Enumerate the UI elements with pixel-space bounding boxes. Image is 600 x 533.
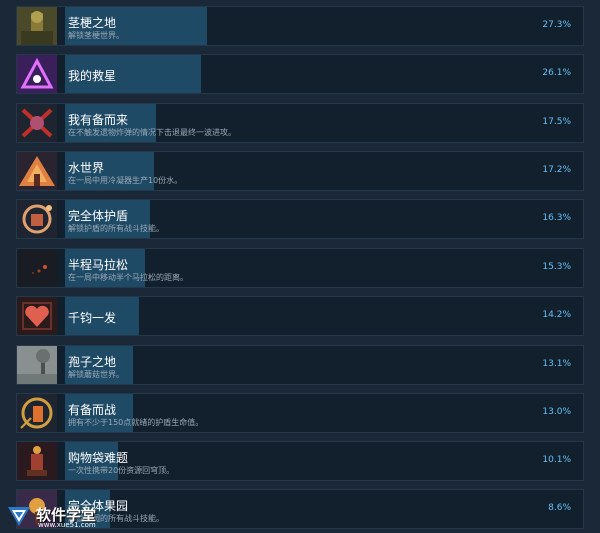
achievement-row[interactable]: 购物袋难题 一次性携带20份资源回穹顶。 10.1%: [16, 441, 584, 481]
unlock-percentage: 17.2%: [542, 165, 571, 175]
achievement-description: 解锁茎梗世界。: [68, 31, 124, 40]
achievement-row[interactable]: 茎梗之地 解锁茎梗世界。 27.3%: [16, 6, 584, 46]
achievement-title: 半程马拉松: [68, 258, 129, 272]
robot-bag-icon: [17, 442, 57, 480]
unlock-percentage: 17.5%: [542, 117, 571, 127]
fog-tree-icon: [17, 346, 57, 384]
purple-triangle-icon: [17, 55, 57, 93]
achievement-row[interactable]: 我有备而来 在不触发遗物炸弹的情况下击退最终一波进攻。 17.5%: [16, 103, 584, 143]
achievement-description: 解锁蘑菇世界。: [68, 370, 124, 379]
achievement-title: 千钧一发: [68, 311, 117, 325]
achievement-title: 购物袋难题: [68, 451, 129, 465]
watermark-url: www.xue51.com: [38, 521, 96, 529]
unlock-percentage: 26.1%: [542, 68, 571, 78]
achievement-row[interactable]: 孢子之地 解锁蘑菇世界。 13.1%: [16, 345, 584, 385]
achievement-description: 在一局中用冷凝器生产10份水。: [68, 176, 183, 185]
dark-trail-icon: [17, 249, 57, 287]
crossed-bomb-icon: [17, 104, 57, 142]
achievement-description: 解锁护盾的所有战斗技能。: [68, 224, 164, 233]
achievement-description: 一次性携带20份资源回穹顶。: [68, 466, 175, 475]
achievement-row[interactable]: 半程马拉松 在一局中移动半个马拉松的距离。 15.3%: [16, 248, 584, 288]
achievement-title: 有备而战: [68, 403, 117, 417]
unlock-percentage: 15.3%: [542, 262, 571, 272]
unlock-percentage: 27.3%: [542, 20, 571, 30]
watermark-logo-icon: [8, 507, 30, 526]
achievement-title: 茎梗之地: [68, 16, 117, 30]
unlock-percentage: 8.6%: [548, 503, 571, 513]
achievement-row[interactable]: 完全体护盾 解锁护盾的所有战斗技能。 16.3%: [16, 199, 584, 239]
achievement-description: 在一局中移动半个马拉松的距离。: [68, 273, 188, 282]
achievement-title: 完全体护盾: [68, 209, 129, 223]
achievement-row[interactable]: 水世界 在一局中用冷凝器生产10份水。 17.2%: [16, 151, 584, 191]
pyramid-icon: [17, 152, 57, 190]
unlock-percentage: 13.1%: [542, 359, 571, 369]
unlock-percentage: 10.1%: [542, 455, 571, 465]
achievement-title: 我有备而来: [68, 113, 129, 127]
unlock-percentage: 16.3%: [542, 213, 571, 223]
heart-icon: [17, 297, 57, 335]
achievement-title: 水世界: [68, 161, 105, 175]
shield-icon: [17, 200, 57, 238]
achievement-row[interactable]: 有备而战 拥有不少于150点就绪的护盾生命值。 13.0%: [16, 393, 584, 433]
achievement-title: 我的救星: [68, 69, 117, 83]
achievement-title: 孢子之地: [68, 355, 117, 369]
achievement-description: 在不触发遗物炸弹的情况下击退最终一波进攻。: [68, 128, 236, 137]
watermark: 软件学堂 www.xue51.com: [6, 502, 136, 530]
achievement-description: 拥有不少于150点就绪的护盾生命值。: [68, 418, 204, 427]
battle-shield-icon: [17, 394, 57, 432]
forest-icon: [17, 7, 57, 45]
achievement-row[interactable]: 千钧一发 14.2%: [16, 296, 584, 336]
unlock-percentage: 13.0%: [542, 407, 571, 417]
achievement-row[interactable]: 我的救星 26.1%: [16, 54, 584, 94]
unlock-percentage: 14.2%: [542, 310, 571, 320]
